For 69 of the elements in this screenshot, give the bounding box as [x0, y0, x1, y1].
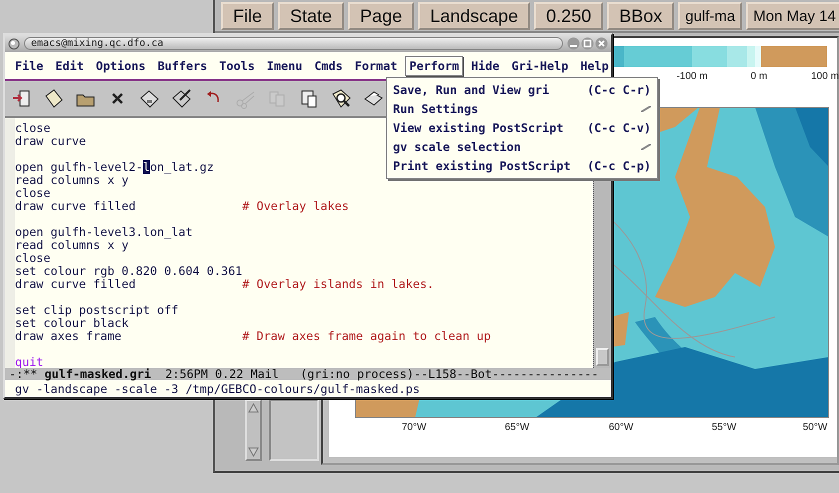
menu-option[interactable]: gv scale selection — [387, 137, 657, 156]
code-text: open gulfh-level3.lon_lat — [15, 226, 194, 239]
code-text: close — [15, 187, 52, 200]
menu-option[interactable]: View existing PostScript (C-c C-v) — [387, 118, 657, 137]
menu-item[interactable]: Cmds — [310, 56, 347, 76]
down-arrow-icon[interactable] — [248, 447, 259, 457]
menu-item[interactable]: Hide — [467, 56, 504, 76]
page-icon[interactable] — [43, 88, 64, 109]
menu-item[interactable]: Edit — [51, 56, 88, 76]
buffer-name: gulf-masked.gri — [44, 368, 152, 380]
code-text: on_lat.gz — [150, 160, 214, 174]
code-text: set colour rgb 0.820 0.604 0.361 — [15, 265, 242, 278]
code-text: close — [15, 252, 52, 265]
menu-item[interactable]: Gri-Help — [508, 56, 572, 76]
menu-item[interactable]: Tools — [215, 56, 259, 76]
text-cursor: l — [142, 160, 150, 174]
window-menu-icon[interactable] — [8, 38, 20, 50]
menu-item[interactable]: Buffers — [154, 56, 212, 76]
door-arrow-icon[interactable] — [11, 88, 32, 109]
scale-label: 0 m — [750, 71, 768, 82]
panner-box[interactable] — [269, 399, 319, 461]
window-title: emacs@mixing.qc.dfo.ca — [24, 37, 563, 50]
menu-item[interactable]: File — [11, 56, 48, 76]
code-comment: # Overlay lakes — [242, 200, 350, 213]
axis-label: 70°W — [402, 422, 426, 433]
menu-item[interactable]: Format — [350, 56, 402, 76]
toolbar-button[interactable]: State — [278, 2, 344, 30]
axis-label: 55°W — [712, 422, 736, 433]
maximize-icon[interactable] — [581, 37, 594, 50]
code-text: read columns x y — [15, 239, 129, 252]
mode-info: 2:56PM 0.22 Mail (gri:no process)--L158--Bot--------------- — [164, 368, 599, 380]
minibuffer-text: gv -landscape -scale -3 /tmp/GEBCO-colours/gulf-masked.ps — [15, 382, 420, 396]
toolbar-button[interactable]: Landscape — [418, 2, 530, 30]
menu-option[interactable]: Print existing PostScript (C-c C-p) — [387, 156, 657, 175]
search-icon[interactable] — [331, 88, 352, 109]
toolbar-button[interactable]: Page — [348, 2, 414, 30]
code-keyword: quit — [15, 356, 44, 369]
code-text: open gulfh-level2- — [15, 160, 143, 174]
scale-label: -100 m — [676, 71, 708, 82]
code-text: draw curve filled — [15, 278, 137, 291]
axis-label: 50°W — [802, 422, 828, 433]
axis-label: 65°W — [504, 422, 530, 433]
menu-option[interactable]: Run Settings — [387, 99, 657, 118]
menu-item[interactable]: Imenu — [262, 56, 306, 76]
toolbar-button[interactable]: 0.250 — [534, 2, 604, 30]
code-text: read columns x y — [15, 174, 129, 187]
up-arrow-icon[interactable] — [248, 403, 259, 413]
code-text: close — [15, 122, 52, 135]
menu-item[interactable]: Options — [92, 56, 150, 76]
scale-label: 100 m — [811, 71, 839, 82]
code-text: draw axes frame — [15, 330, 123, 343]
menu-item[interactable]: Perform — [405, 56, 464, 76]
axis-label: 60°W — [608, 422, 634, 433]
menu-option[interactable]: Save, Run and View gri (C-c C-r) — [387, 80, 657, 99]
info-field[interactable]: Mon May 14 — [746, 2, 839, 30]
menu-item[interactable]: Help — [576, 56, 613, 76]
mode-flags: -:** — [9, 368, 38, 380]
code-text: set colour black — [15, 317, 129, 330]
code-comment: # Draw axes frame again to clean up — [242, 330, 492, 343]
code-comment: # Overlay islands in lakes. — [242, 278, 436, 291]
code-text: set clip postscript off — [15, 304, 180, 317]
scroll-control[interactable] — [245, 399, 262, 461]
floppy-pen-icon[interactable] — [171, 88, 192, 109]
code-text: draw curve — [15, 135, 88, 148]
toolbar-button[interactable]: BBox — [607, 2, 674, 30]
info-field[interactable]: gulf-ma — [678, 2, 742, 30]
minimize-icon[interactable] — [567, 37, 580, 50]
code-text: draw curve filled — [15, 200, 137, 213]
toolbar-button[interactable]: File — [221, 2, 274, 30]
